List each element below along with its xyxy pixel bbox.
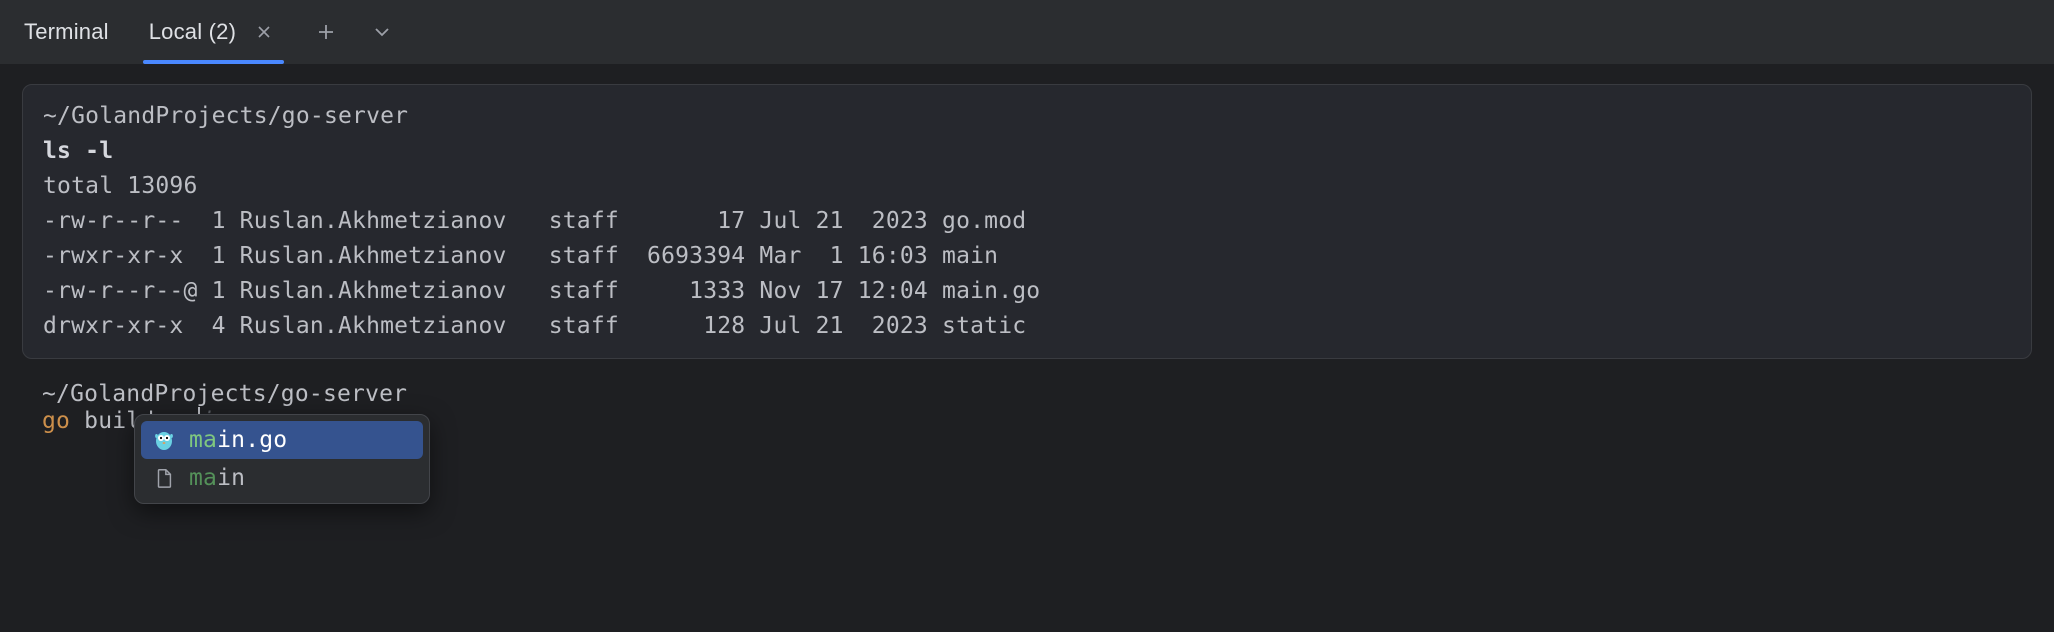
- tab-local-2[interactable]: Local (2): [143, 0, 284, 63]
- completion-label: main.go: [189, 427, 287, 453]
- current-cwd: ~/GolandProjects/go-server: [22, 381, 2032, 407]
- go-keyword: go: [42, 408, 70, 434]
- completion-item[interactable]: main: [141, 459, 423, 497]
- ls-output: -rw-r--r-- 1 Ruslan.Akhmetzianov staff 1…: [23, 204, 2031, 344]
- ls-total: total 13096: [23, 169, 2031, 204]
- prev-command: ls -l: [23, 134, 2031, 169]
- dropdown-icon[interactable]: [368, 18, 396, 46]
- completion-popup[interactable]: main.go main: [134, 414, 430, 504]
- terminal-tabbar: Terminal Local (2): [0, 0, 2054, 64]
- prev-cwd: ~/GolandProjects/go-server: [23, 99, 2031, 134]
- previous-command-block: ~/GolandProjects/go-server ls -l total 1…: [22, 84, 2032, 359]
- terminal-viewport[interactable]: ~/GolandProjects/go-server ls -l total 1…: [0, 64, 2054, 434]
- tab-label: Local (2): [149, 19, 236, 45]
- new-tab-icon[interactable]: [312, 18, 340, 46]
- gopher-icon: [151, 427, 177, 453]
- completion-item[interactable]: main.go: [141, 421, 423, 459]
- close-icon[interactable]: [250, 18, 278, 46]
- file-icon: [151, 465, 177, 491]
- panel-title: Terminal: [18, 19, 115, 45]
- completion-label: main: [189, 465, 245, 491]
